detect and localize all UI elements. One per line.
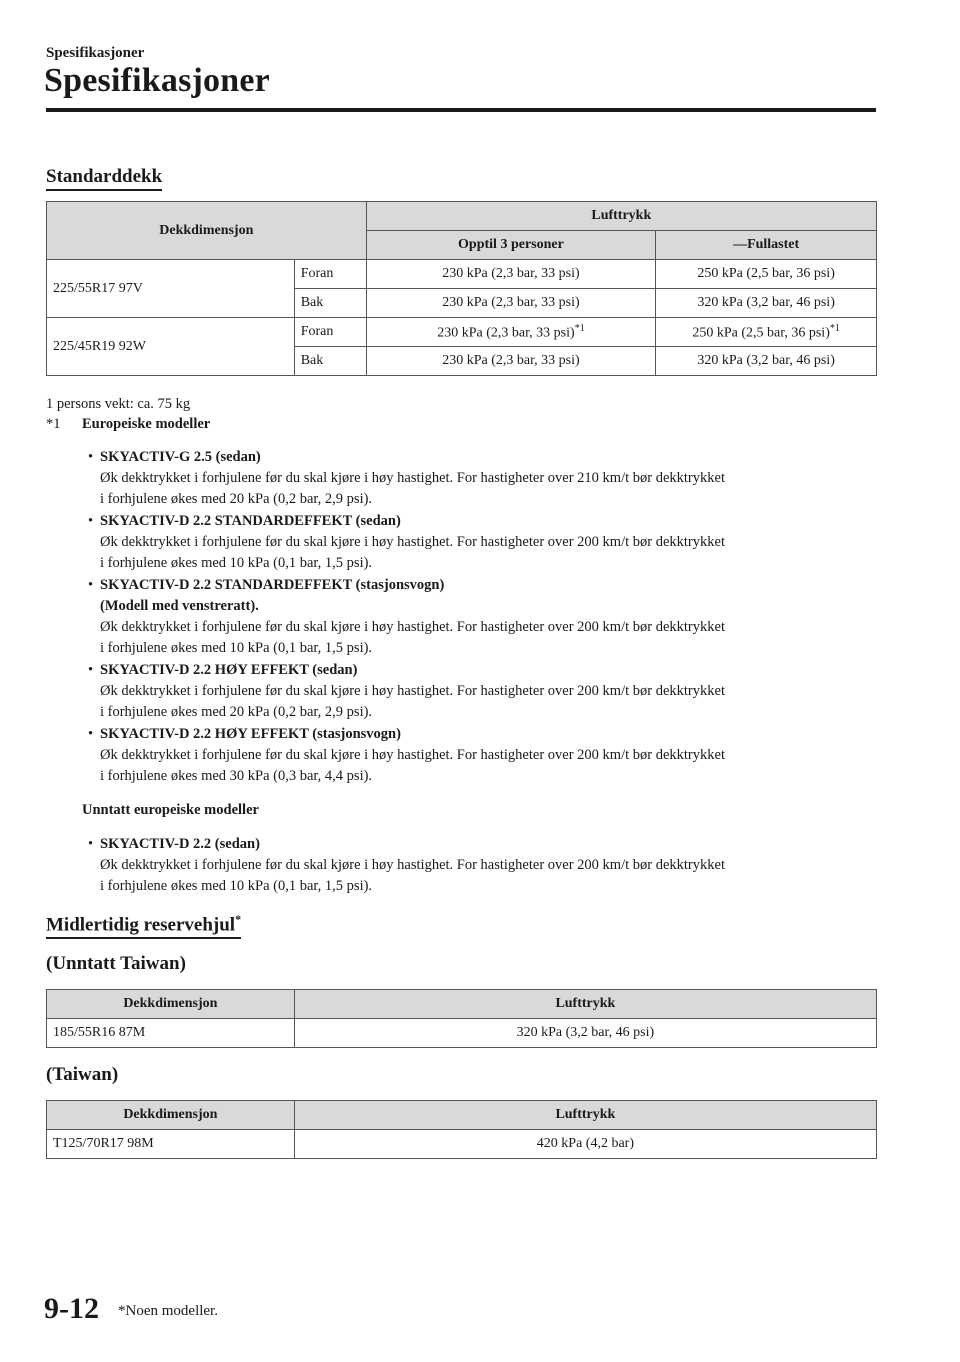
header-pressure: Lufttrykk <box>293 989 878 1019</box>
page-number: 9-12 <box>44 1292 99 1325</box>
pressure-value: 230 kPa (2,3 bar, 33 psi) <box>365 346 657 376</box>
bullet-icon: • <box>88 577 94 593</box>
bullet-line: i forhjulene økes med 10 kPa (0,1 bar, 1… <box>100 555 373 571</box>
list-item-body: SKYACTIV-D 2.2 HØY EFFEKT (stasjonsvogn)… <box>100 724 880 787</box>
position-label: Bak <box>293 288 367 318</box>
tire-dim: 185/55R16 87M <box>46 1018 295 1048</box>
pressure-value: 230 kPa (2,3 bar, 33 psi) <box>365 259 657 289</box>
list-item-body: SKYACTIV-D 2.2 STANDARDEFFEKT (sedan) Øk… <box>100 511 880 574</box>
table-row: T125/70R17 98M 420 kPa (4,2 bar) <box>46 1129 878 1159</box>
pressure-cell: 230 kPa (2,3 bar, 33 psi)*1 <box>365 317 657 347</box>
pressure-value: 250 kPa (2,5 bar, 36 psi) <box>655 259 877 289</box>
bullet-icon: • <box>88 726 94 742</box>
header-pressure: Lufttrykk <box>365 201 878 231</box>
page-title: Spesifikasjoner <box>44 62 270 99</box>
bullet-title: SKYACTIV-D 2.2 HØY EFFEKT (stasjonsvogn) <box>100 726 401 742</box>
bullet-line: i forhjulene økes med 10 kPa (0,1 bar, 1… <box>100 878 373 894</box>
bullet-line: i forhjulene økes med 20 kPa (0,2 bar, 2… <box>100 704 373 720</box>
bullet-line: Øk dekktrykket i forhjulene før du skal … <box>100 534 725 550</box>
table-row: 225/45R19 92W Foran 230 kPa (2,3 bar, 33… <box>46 317 877 376</box>
position-label: Bak <box>293 346 367 376</box>
pressure-value: 420 kPa (4,2 bar) <box>293 1129 878 1159</box>
spare-table-non-taiwan: Dekkdimensjon Lufttrykk 185/55R16 87M 32… <box>46 989 878 1048</box>
header-pressure: Lufttrykk <box>293 1100 878 1130</box>
bullet-title: SKYACTIV-D 2.2 STANDARDEFFEKT (stasjonsv… <box>100 577 445 593</box>
pressure-value: 230 kPa (2,3 bar, 33 psi) <box>437 325 575 341</box>
bullet-line: Øk dekktrykket i forhjulene før du skal … <box>100 857 725 873</box>
header-dim: Dekkdimensjon <box>46 989 295 1019</box>
spare-table-taiwan: Dekkdimensjon Lufttrykk T125/70R17 98M 4… <box>46 1100 878 1159</box>
weight-note: 1 persons vekt: ca. 75 kg <box>46 396 191 412</box>
bullet-line: Øk dekktrykket i forhjulene før du skal … <box>100 747 725 763</box>
header-up-to-3: Opptil 3 personer <box>365 230 657 260</box>
bullet-line: i forhjulene økes med 10 kPa (0,1 bar, 1… <box>100 640 373 656</box>
section-heading-standard: Standarddekk <box>46 166 163 191</box>
footnote-mark: *1 <box>46 416 61 432</box>
running-header: Spesifikasjoner <box>46 45 145 61</box>
position-label: Foran <box>293 259 367 289</box>
bullet-icon: • <box>88 449 94 465</box>
footer-note: *Noen modeller. <box>118 1303 218 1319</box>
pressure-value: 320 kPa (3,2 bar, 46 psi) <box>655 346 877 376</box>
spare-heading-text: Midlertidig reservehjul <box>46 914 236 936</box>
list-item-body: SKYACTIV-G 2.5 (sedan) Øk dekktrykket i … <box>100 447 880 510</box>
bullet-title: SKYACTIV-D 2.2 HØY EFFEKT (sedan) <box>100 662 358 678</box>
pressure-value: 230 kPa (2,3 bar, 33 psi) <box>365 288 657 318</box>
bullet-line: Øk dekktrykket i forhjulene før du skal … <box>100 470 725 486</box>
pressure-cell: 250 kPa (2,5 bar, 36 psi)*1 <box>655 317 877 347</box>
footnote-ref: *1 <box>829 322 840 334</box>
bullet-icon: • <box>88 836 94 852</box>
list-item-body: SKYACTIV-D 2.2 STANDARDEFFEKT (stasjonsv… <box>100 575 880 659</box>
title-rule <box>46 108 876 112</box>
pressure-value: 250 kPa (2,5 bar, 36 psi) <box>692 325 830 341</box>
table-row: 185/55R16 87M 320 kPa (3,2 bar, 46 psi) <box>46 1018 878 1048</box>
asterisk-mark: * <box>235 912 242 926</box>
subheading-taiwan: (Taiwan) <box>46 1064 119 1085</box>
bullet-line: i forhjulene økes med 30 kPa (0,3 bar, 4… <box>100 768 373 784</box>
pressure-value: 320 kPa (3,2 bar, 46 psi) <box>293 1018 878 1048</box>
header-full-load: —Fullastet <box>655 230 877 260</box>
bullet-title: SKYACTIV-D 2.2 (sedan) <box>100 836 260 852</box>
bullet-line: Øk dekktrykket i forhjulene før du skal … <box>100 619 725 635</box>
bullet-line: Øk dekktrykket i forhjulene før du skal … <box>100 683 725 699</box>
bullet-title: SKYACTIV-G 2.5 (sedan) <box>100 449 261 465</box>
tire-dim: 225/55R17 97V <box>46 259 295 318</box>
bullet-title-2: (Modell med venstreratt). <box>100 598 259 614</box>
bullet-icon: • <box>88 662 94 678</box>
tire-dim: T125/70R17 98M <box>46 1129 295 1159</box>
tire-dim: 225/45R19 92W <box>46 317 295 376</box>
section-heading-spare: Midlertidig reservehjul* <box>46 912 242 940</box>
list-item-body: SKYACTIV-D 2.2 (sedan) Øk dekktrykket i … <box>100 834 880 897</box>
table-row: 225/55R17 97V Foran 230 kPa (2,3 bar, 33… <box>46 259 877 318</box>
footnote-ref: *1 <box>574 322 585 334</box>
pressure-value: 320 kPa (3,2 bar, 46 psi) <box>655 288 877 318</box>
list-item-body: SKYACTIV-D 2.2 HØY EFFEKT (sedan) Øk dek… <box>100 660 880 723</box>
header-dim: Dekkdimensjon <box>46 1100 295 1130</box>
bullet-title: SKYACTIV-D 2.2 STANDARDEFFEKT (sedan) <box>100 513 401 529</box>
header-dim: Dekkdimensjon <box>46 201 367 260</box>
bullet-icon: • <box>88 513 94 529</box>
standard-tire-table: Dekkdimensjon Lufttrykk Opptil 3 persone… <box>46 201 878 376</box>
non-eu-title: Unntatt europeiske modeller <box>82 802 259 818</box>
position-label: Foran <box>293 317 367 347</box>
bullet-line: i forhjulene økes med 20 kPa (0,2 bar, 2… <box>100 491 373 507</box>
footnote-title: Europeiske modeller <box>82 416 211 432</box>
subheading-non-taiwan: (Unntatt Taiwan) <box>46 953 186 974</box>
